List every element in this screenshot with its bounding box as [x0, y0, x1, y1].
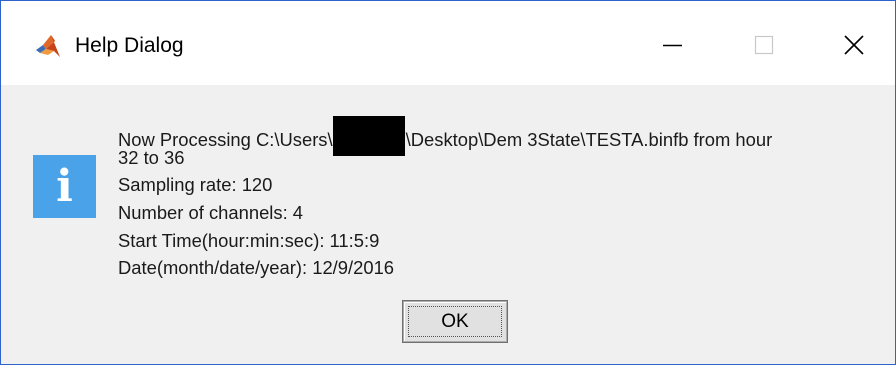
title-bar[interactable]: Help Dialog: [1, 1, 895, 85]
ok-button[interactable]: OK: [403, 301, 507, 342]
help-dialog-window: Help Dialog i Now Processing C:\Users\ \D…: [0, 0, 896, 365]
info-icon: i: [33, 155, 96, 218]
message-line-6: Date(month/date/year): 12/9/2016: [118, 257, 395, 279]
window-title: Help Dialog: [75, 34, 184, 57]
message-text: Now Processing C:\Users\ \Desktop\Dem 3St…: [118, 116, 772, 282]
maximize-icon: [754, 35, 774, 55]
minimize-icon: [663, 44, 682, 47]
message-line-1-suffix: \Desktop\Dem 3State\TESTA.binfb from hou…: [405, 129, 773, 150]
message-line-4: Number of channels: 4: [118, 202, 304, 224]
ok-button-label: OK: [441, 311, 469, 332]
maximize-button[interactable]: [740, 25, 786, 65]
message-line-1: Now Processing C:\Users\ \Desktop\Dem 3St…: [118, 116, 772, 156]
matlab-icon: [36, 35, 60, 57]
minimize-button[interactable]: [649, 25, 695, 65]
message-line-3: Sampling rate: 120: [118, 174, 273, 196]
message-line-5: Start Time(hour:min:sec): 11:5:9: [118, 229, 380, 251]
redaction-block: [332, 116, 405, 156]
close-icon: [844, 35, 864, 55]
close-button[interactable]: [831, 25, 877, 65]
